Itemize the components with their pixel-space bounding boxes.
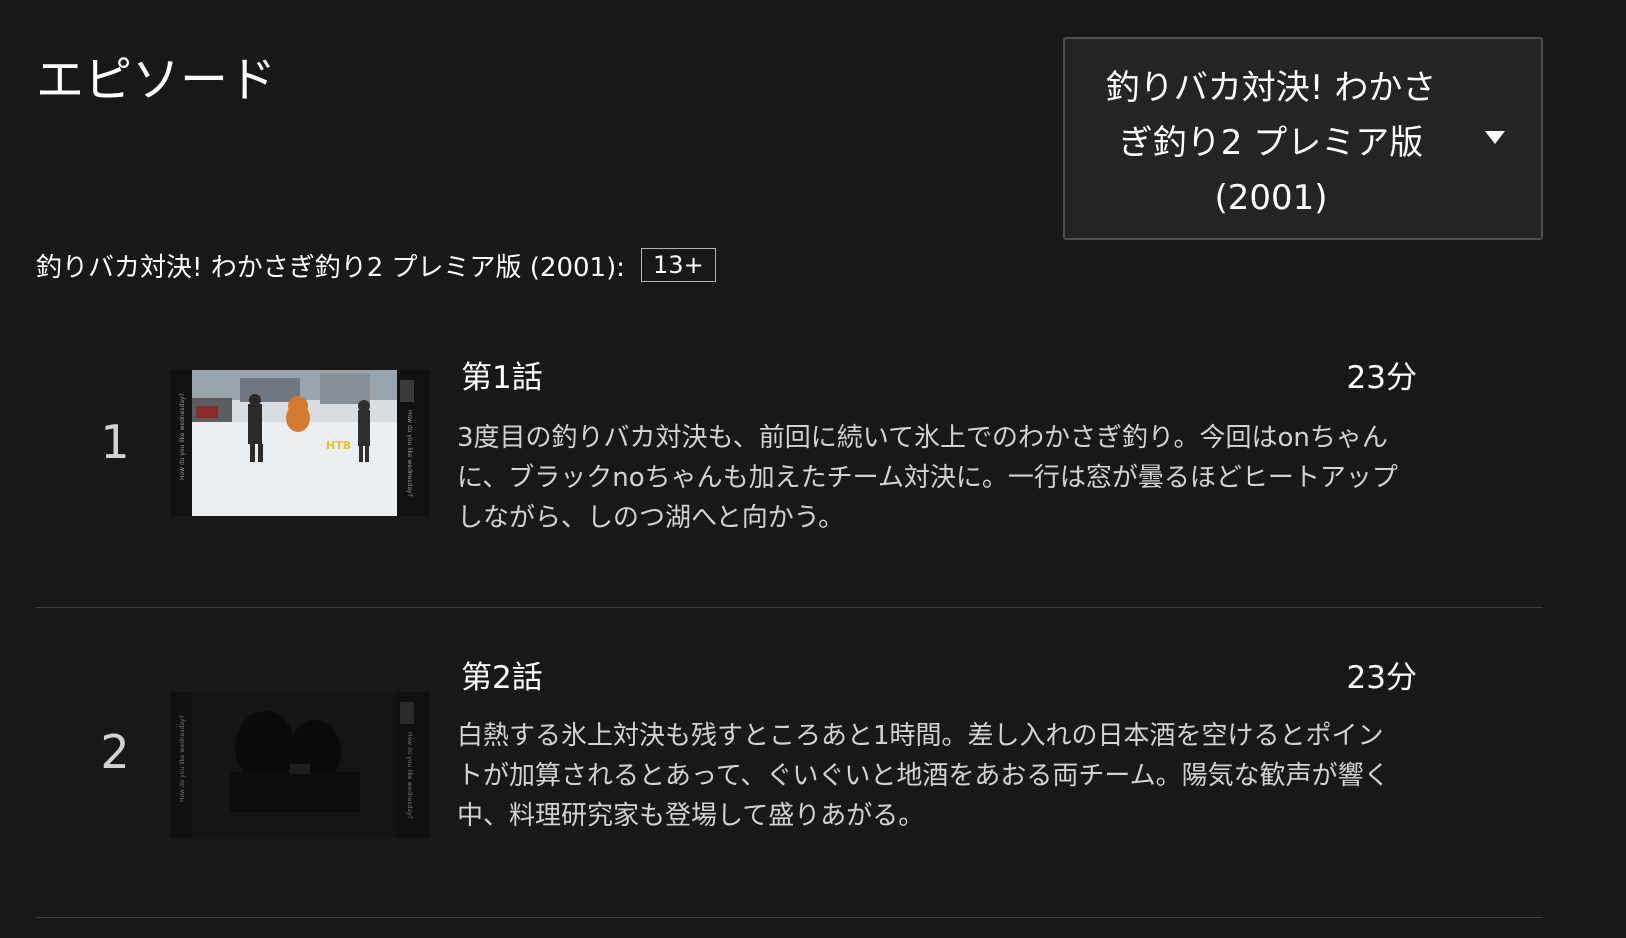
episode-thumbnail-image: How do you like wednesday? How do you li… [170, 370, 430, 516]
show-subtitle: 釣りバカ対決! わかさぎ釣り2 プレミア版 (2001): 13+ [36, 246, 716, 284]
episode-title: 第2話 [461, 660, 543, 696]
episode-synopsis: 白熱する氷上対決も残すところあと1時間。差し入れの日本酒を空けるとポイントが加算… [457, 721, 1390, 831]
episode-index: 2 [100, 725, 130, 779]
thumbnail-side-text: How do you like wednesday? [179, 715, 186, 802]
episode-index: 1 [100, 415, 130, 469]
episode-duration: 23分 [1346, 360, 1417, 396]
episode-title: 第1話 [461, 360, 543, 396]
episode-item[interactable]: 1 How do you like wednesday? How do you … [36, 318, 1543, 608]
episode-duration: 23分 [1346, 660, 1417, 696]
episode-synopsis: 3度目の釣りバカ対決も、前回に続いて氷上でのわかさぎ釣り。今回はonちゃんに、ブ… [457, 423, 1398, 533]
season-dropdown[interactable]: 釣りバカ対決! わかさぎ釣り2 プレミア版 (2001) [1063, 37, 1543, 240]
episode-thumbnail[interactable]: How do you like wednesday? How do you li… [170, 692, 430, 838]
show-title: 釣りバカ対決! わかさぎ釣り2 プレミア版 (2001): [36, 252, 625, 283]
maturity-rating-badge: 13+ [640, 248, 716, 282]
thumbnail-side-text-right: How do you like wednesday? [406, 410, 413, 497]
page-title: エピソード [36, 52, 277, 108]
thumbnail-overlay-text: HTB [326, 439, 351, 452]
season-dropdown-label: 釣りバカ対決! わかさぎ釣り2 プレミア版 (2001) [1105, 68, 1437, 218]
thumbnail-side-text-right: How do you like wednesday? [406, 732, 413, 819]
episode-item[interactable]: 2 How do you like wednesday? How do you … [36, 628, 1543, 918]
episode-thumbnail[interactable]: How do you like wednesday? How do you li… [170, 370, 430, 516]
episode-thumbnail-image: How do you like wednesday? How do you li… [170, 692, 430, 838]
thumbnail-side-text: How do you like wednesday? [179, 393, 186, 480]
caret-down-icon [1485, 131, 1505, 144]
